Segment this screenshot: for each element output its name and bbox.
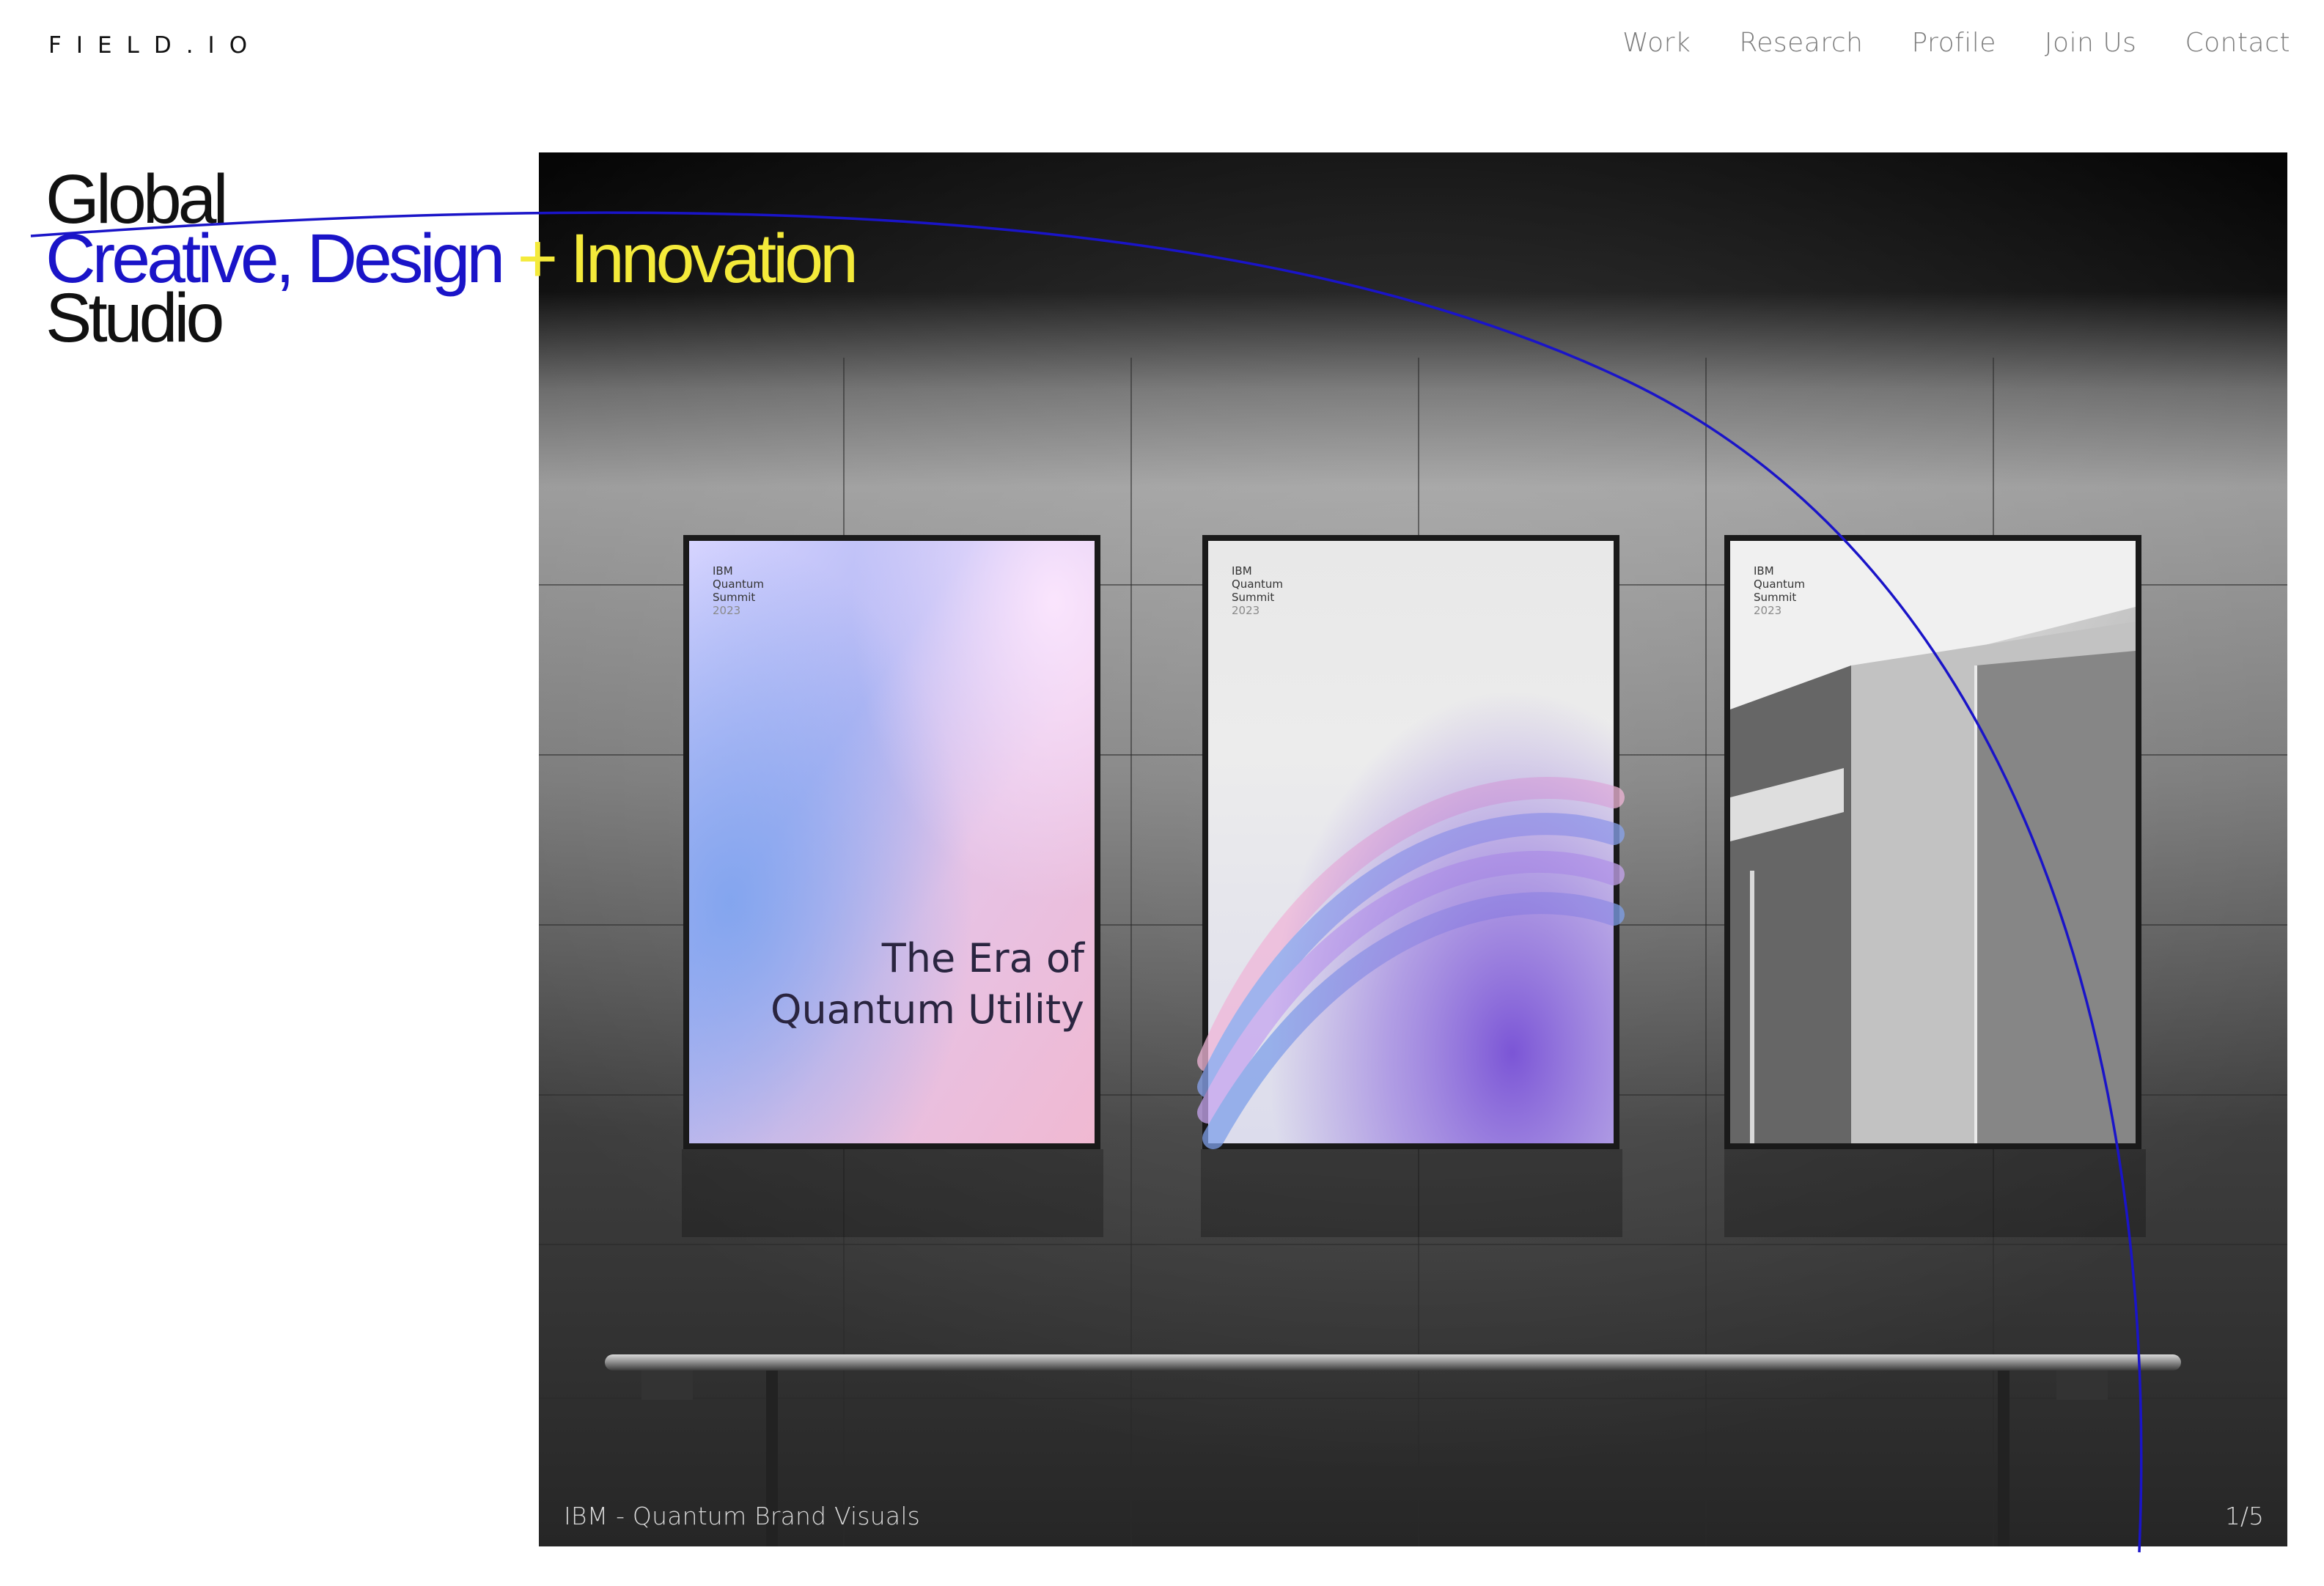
nav-join-us[interactable]: Join Us [2045, 28, 2137, 58]
poster-1-brand: IBM [713, 564, 733, 578]
nav-research[interactable]: Research [1739, 28, 1863, 58]
slide-counter: 1/5 [2224, 1502, 2264, 1530]
poster-2-line2: Quantum [1232, 578, 1284, 591]
tagline-innovation: + Innovation [501, 220, 858, 298]
poster-3-line3: Summit [1754, 591, 1797, 604]
poster-3-brand: IBM [1754, 564, 1774, 578]
poster-3-line2: Quantum [1754, 578, 1806, 591]
hero-slide[interactable]: IBM Quantum Summit 2023 IBM Quantum Summ… [539, 152, 2287, 1546]
poster-headline-line1: The Era of [881, 935, 1084, 981]
hero-tagline: Global Creative, Design + Innovation Stu… [45, 165, 858, 357]
tagline-line-3: Studio [45, 279, 224, 357]
poster-1-line2: Quantum [713, 578, 765, 591]
logo[interactable]: FIELD.IO [48, 32, 262, 59]
nav-profile[interactable]: Profile [1911, 28, 1996, 58]
poster-1-line3: Summit [713, 591, 756, 604]
poster-headline: The Era of Quantum Utility [771, 933, 1084, 1036]
poster-2-meta: IBM Quantum Summit 2023 [1232, 564, 1283, 617]
poster-2-year: 2023 [1232, 604, 1260, 617]
poster-3-meta: IBM Quantum Summit 2023 [1754, 564, 1805, 617]
poster-headline-line2: Quantum Utility [770, 986, 1084, 1033]
poster-2-brand: IBM [1232, 564, 1252, 578]
main-nav: Work Research Profile Join Us Contact [1622, 28, 2290, 58]
poster-1-year: 2023 [713, 604, 741, 617]
hero-photo [539, 152, 2287, 1546]
page: FIELD.IO Work Research Profile Join Us C… [0, 0, 2324, 1586]
poster-2-line3: Summit [1232, 591, 1275, 604]
poster-1-meta: IBM Quantum Summit 2023 [713, 564, 764, 617]
nav-work[interactable]: Work [1622, 28, 1691, 58]
nav-contact[interactable]: Contact [2185, 28, 2290, 58]
slide-caption[interactable]: IBM - Quantum Brand Visuals [564, 1502, 920, 1530]
poster-3-year: 2023 [1754, 604, 1782, 617]
